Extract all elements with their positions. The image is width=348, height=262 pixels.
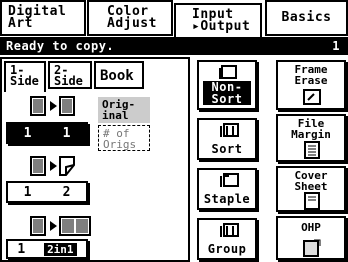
subtab-book[interactable]: Book [94,61,144,89]
status-bar: Ready to copy. 1 [0,37,348,55]
tab-label: Basics [281,10,332,25]
file-margin-label: File Margin [278,118,344,140]
frame-erase-button[interactable]: Frame Erase [276,60,346,110]
non-sort-button[interactable]: Non- Sort [197,60,257,110]
group-button[interactable]: Group [197,218,257,260]
mode-right-value: 2 [62,184,71,200]
tab-label-line2: Art [8,16,33,31]
sort-button[interactable]: Sort [197,118,257,160]
staple-button[interactable]: Staple [197,168,257,210]
cover-sheet-button[interactable]: Cover Sheet [276,166,346,212]
1-to-1-icon [30,96,75,116]
subtab-2-side[interactable]: 2- Side [48,61,92,89]
staple-icon [220,173,239,187]
mode-left-value: 1 [23,184,32,200]
1-to-2-icon [30,156,75,176]
non-sort-label-line2: Sort [211,92,243,106]
group-label: Group [207,242,247,256]
file-margin-label-line2: Margin [291,128,331,141]
original-label: Orig- inal [98,97,150,123]
status-message: Ready to copy. [6,39,115,53]
mode-right-value: 1 [62,125,71,141]
tab-label-line2: ▸Output [192,19,251,34]
tab-input-output[interactable]: Input ▸Output [174,3,262,37]
ohp-button[interactable]: OHP [276,216,346,260]
ohp-label: OHP [301,221,321,234]
mode-left-value: 1 [17,241,26,257]
mode-1-to-1-button[interactable]: 1 1 [6,122,88,144]
original-copy-panel: 1- Side 2- Side Book 1 1 1 2 1 2in1 Orig… [0,57,190,262]
originals-count-line2: Origs [103,138,137,151]
mode-1-to-2-button[interactable]: 1 2 [6,181,88,203]
number-of-originals-button[interactable]: # of Origs [98,125,150,151]
frame-erase-label: Frame Erase [278,64,344,86]
subtab-label-line2: Side [10,74,39,88]
sort-label: Sort [211,142,243,156]
ohp-icon [303,239,321,257]
file-margin-button[interactable]: File Margin [276,114,346,162]
non-sort-icon [219,65,237,79]
frame-erase-icon [303,89,321,105]
cover-sheet-label-line2: Sheet [294,180,328,193]
tab-digital-art[interactable]: Digital Art [0,0,86,36]
subtab-label-line2: Side [54,74,83,88]
tab-basics[interactable]: Basics [265,0,348,36]
file-margin-icon [304,141,320,159]
mode-right-value: 2in1 [44,242,77,256]
original-label-line2: inal [102,109,129,122]
mode-2in1-button[interactable]: 1 2in1 [6,239,88,259]
mode-left-value: 1 [23,125,32,141]
subtab-1-side[interactable]: 1- Side [4,61,46,92]
cover-sheet-icon [304,192,320,210]
group-icon [220,223,239,237]
non-sort-label: Non- Sort [203,81,251,105]
copy-count: 1 [332,39,340,53]
cover-sheet-label: Cover Sheet [278,170,344,192]
tab-color-adjust[interactable]: Color Adjust [87,0,173,36]
tab-label-line2: Adjust [107,16,157,31]
sort-icon [220,123,239,137]
2in1-icon [30,216,91,236]
frame-erase-label-line2: Erase [294,74,328,87]
subtab-label: Book [100,68,134,84]
staple-label: Staple [203,192,251,206]
